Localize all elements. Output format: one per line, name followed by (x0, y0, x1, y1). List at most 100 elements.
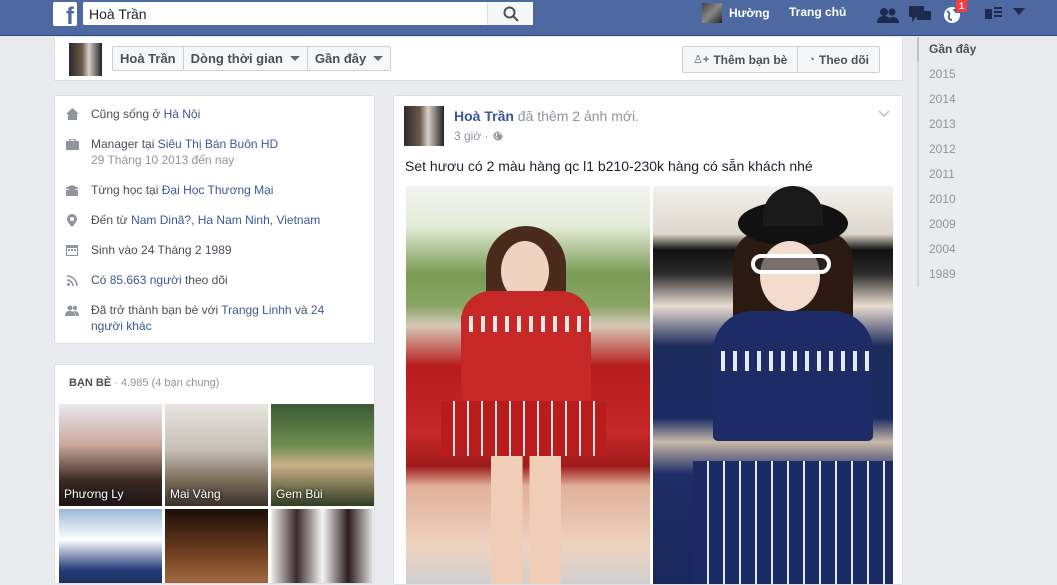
post-timestamp: 3 giờ · (454, 129, 503, 143)
timeline-item-2004[interactable]: 2004 (917, 237, 1057, 262)
rss-icon: ◔ (808, 53, 815, 66)
rss-icon (65, 273, 79, 287)
photo-figure-skirt (441, 401, 606, 456)
friend-tile[interactable] (165, 509, 268, 583)
timeline-item-2013[interactable]: 2013 (917, 112, 1057, 137)
followers-prefix: Có (91, 273, 110, 287)
search-icon (503, 6, 519, 22)
map-pin-icon (65, 213, 79, 227)
work-row: Manager tại Siêu Thị Bán Buôn HD 29 Tháng… (65, 136, 278, 168)
recent-dropdown-label: Gần đây (314, 51, 367, 66)
home-icon (65, 107, 79, 121)
birthday-text: Sinh vào 24 Tháng 2 1989 (91, 243, 232, 257)
education-link[interactable]: Đại Học Thương Mại (162, 183, 274, 197)
follow-button[interactable]: ◔ Theo dõi (798, 47, 879, 72)
work-link[interactable]: Siêu Thị Bán Buôn HD (158, 137, 279, 151)
avatar[interactable] (404, 106, 444, 146)
lives-in-row: Cũng sống ở Hà Nội (65, 106, 200, 122)
search-button[interactable] (487, 2, 533, 25)
timeline-item-1989[interactable]: 1989 (917, 262, 1057, 287)
top-user-name: Hường (729, 6, 770, 20)
friend-tile[interactable]: Mai Vàng (165, 404, 268, 506)
photo-figure-hat-crown (763, 186, 823, 226)
post-text: Set hươu có 2 màu hàng qc l1 b210-230k h… (405, 158, 813, 174)
friend-name[interactable]: Phương Ly (64, 487, 124, 501)
public-globe-icon (493, 131, 503, 141)
search-input[interactable] (83, 2, 483, 25)
messages-icon[interactable] (908, 5, 932, 25)
post-photo-red-outfit[interactable] (406, 186, 650, 584)
hometown-link[interactable]: Nam Dinã?, Ha Nam Ninh, Vietnam (131, 213, 320, 227)
friends-title-link[interactable]: Bạn bè (69, 377, 111, 389)
friends-grid: Phương Ly Mai Vàng Gem Bùi (59, 404, 374, 583)
lives-in-text: Cũng sống ở (91, 107, 164, 121)
hometown-text: Đến từ (91, 213, 132, 227)
timeline-dropdown[interactable]: Dòng thời gian (184, 47, 308, 70)
photo-figure-sweater (461, 291, 591, 401)
hometown-row: Đến từ Nam Dinã?, Ha Nam Ninh, Vietnam (65, 212, 320, 228)
home-link[interactable]: Trang chủ (789, 5, 846, 19)
top-profile-link[interactable]: Hường (702, 3, 770, 23)
add-friend-button[interactable]: ♙+ Thêm bạn bè (683, 47, 799, 72)
photo-figure-legs (491, 456, 561, 584)
timeline-item-recent[interactable]: Gần đây (917, 37, 1057, 62)
privacy-shortcuts-icon[interactable] (985, 5, 1003, 19)
chevron-down-icon (373, 56, 384, 61)
post-options-chevron-icon[interactable] (878, 110, 890, 118)
profile-header-bar: Hoà Trần Dòng thời gian Gần đây ♙+ Thêm … (54, 37, 903, 81)
timeline-item-2011[interactable]: 2011 (917, 162, 1057, 187)
intro-card: Cũng sống ở Hà Nội Manager tại Siêu Thị … (54, 95, 375, 344)
friend-tile[interactable] (59, 509, 162, 583)
chevron-down-icon (289, 56, 300, 61)
post-time-link[interactable]: 3 giờ · (454, 129, 489, 143)
profile-action-buttons: ♙+ Thêm bạn bè ◔ Theo dõi (682, 46, 880, 73)
friend-tile[interactable]: Phương Ly (59, 404, 162, 506)
friends-since-mid: và (291, 303, 311, 317)
top-right-controls (985, 5, 1025, 19)
friend-name[interactable]: Mai Vàng (170, 487, 221, 501)
timeline-item-2014[interactable]: 2014 (917, 87, 1057, 112)
timeline-item-2009[interactable]: 2009 (917, 212, 1057, 237)
birthday-row: Sinh vào 24 Tháng 2 1989 (65, 242, 232, 258)
top-navigation-bar: f Hường Trang chủ 1 (0, 0, 1057, 36)
briefcase-icon (65, 137, 79, 151)
lives-in-link[interactable]: Hà Nội (164, 107, 201, 121)
post-action-text: đã thêm 2 ảnh mới. (513, 108, 640, 124)
photo-figure-skirt (693, 461, 893, 584)
breadcrumb-profile-name[interactable]: Hoà Trần (113, 47, 184, 70)
photo-figure-sunglasses (751, 254, 831, 274)
post-photo-navy-outfit[interactable] (653, 186, 893, 584)
friends-since-prefix: Đã trở thành bạn bè với (91, 303, 222, 317)
account-menu-chevron-icon[interactable] (1013, 8, 1025, 16)
followers-link[interactable]: 85.663 người (110, 273, 182, 287)
timeline-dropdown-label: Dòng thời gian (190, 51, 283, 66)
avatar[interactable] (69, 43, 102, 76)
top-icons-group: 1 (876, 0, 968, 25)
friend-name[interactable]: Gem Bùi (276, 487, 323, 501)
facebook-logo-icon[interactable]: f (53, 2, 77, 29)
notifications-badge: 1 (954, 0, 968, 13)
followers-suffix: theo dõi (181, 273, 228, 287)
timeline-item-2015[interactable]: 2015 (917, 62, 1057, 87)
follow-label: Theo dõi (819, 52, 869, 67)
add-friend-icon: ♙+ (693, 54, 710, 66)
post-author-link[interactable]: Hoà Trần (454, 108, 514, 124)
photo-figure-pattern (461, 316, 591, 332)
friends-since-name-link[interactable]: Trangg Linhh (221, 303, 291, 317)
recent-dropdown[interactable]: Gần đây (308, 47, 390, 70)
timeline-item-2012[interactable]: 2012 (917, 137, 1057, 162)
timeline-year-nav: Gần đây 2015 2014 2013 2012 2011 2010 20… (917, 37, 1057, 287)
avatar (702, 3, 722, 23)
friend-requests-icon[interactable] (876, 5, 900, 25)
photo-figure-face (760, 241, 820, 311)
work-dates: 29 Tháng 10 2013 đến nay (91, 153, 235, 167)
school-icon (65, 183, 79, 197)
friends-header: Bạn bè · 4.985 (4 bạn chung) (69, 377, 219, 389)
notifications-globe-icon[interactable]: 1 (940, 0, 968, 25)
breadcrumb: Hoà Trần Dòng thời gian Gần đây (112, 46, 392, 71)
calendar-icon (65, 243, 79, 257)
friend-tile[interactable] (271, 509, 374, 583)
friend-tile[interactable]: Gem Bùi (271, 404, 374, 506)
friends-card: Bạn bè · 4.985 (4 bạn chung) Phương Ly M… (54, 364, 375, 584)
timeline-item-2010[interactable]: 2010 (917, 187, 1057, 212)
